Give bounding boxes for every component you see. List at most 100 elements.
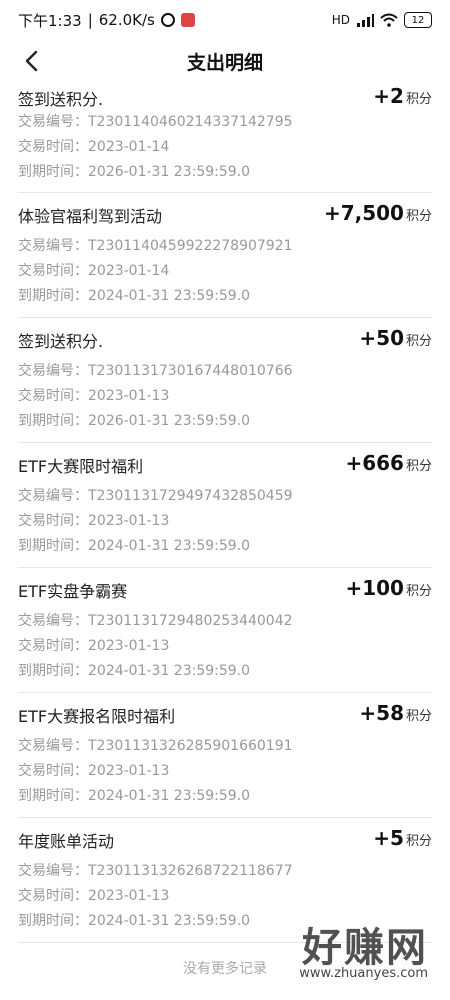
list-item[interactable]: ETF实盘争霸赛 +100 积分 交易编号：T230113172948025344… <box>18 568 432 693</box>
record-name: 签到送积分. <box>18 90 104 109</box>
record-amount: +5 积分 <box>373 826 432 850</box>
expire-time: 到期时间：2024-01-31 23:59:59.0 <box>18 535 250 555</box>
expire-time: 到期时间：2024-01-31 23:59:59.0 <box>18 285 250 305</box>
expire-time: 到期时间：2026-01-31 23:59:59.0 <box>18 410 250 430</box>
page-title: 支出明细 <box>186 51 263 74</box>
amount-value: +7,500 <box>323 201 404 225</box>
signal-icon <box>357 14 374 27</box>
amount-value: +50 <box>359 326 404 350</box>
expire-value: 2024-01-31 23:59:59.0 <box>88 788 251 804</box>
expire-label: 到期时间： <box>18 913 88 929</box>
transaction-id: 交易编号：T2301131730167448010766 <box>18 360 293 380</box>
id-value: T2301131730167448010766 <box>88 363 293 379</box>
hd-label: HD <box>331 13 350 27</box>
transaction-date: 交易时间：2023-01-13 <box>18 510 169 530</box>
id-value: T2301131326285901660191 <box>88 738 293 754</box>
battery-icon: 12 <box>404 12 432 28</box>
date-label: 交易时间： <box>18 638 88 654</box>
status-bar: 下午1:33 | 62.0K/s HD 12 <box>0 0 450 40</box>
date-label: 交易时间： <box>18 513 88 529</box>
record-amount: +58 积分 <box>359 701 432 725</box>
transaction-id: 交易编号：T2301131326285901660191 <box>18 735 293 755</box>
list-item[interactable]: 签到送积分. +50 积分 交易编号：T230113173016744801076… <box>18 318 432 443</box>
expire-time: 到期时间：2024-01-31 23:59:59.0 <box>18 660 250 680</box>
amount-value: +100 <box>345 576 404 600</box>
date-value: 2023-01-14 <box>88 139 170 155</box>
transaction-date: 交易时间：2023-01-13 <box>18 885 169 905</box>
transaction-id: 交易编号：T2301131729497432850459 <box>18 485 293 505</box>
transaction-id: 交易编号：T2301131729480253440042 <box>18 610 293 630</box>
transaction-id: 交易编号：T2301140459922278907921 <box>18 235 293 255</box>
amount-unit: 积分 <box>405 459 432 474</box>
date-value: 2023-01-13 <box>88 638 170 654</box>
expire-label: 到期时间： <box>18 788 88 804</box>
record-amount: +50 积分 <box>359 326 432 350</box>
record-amount: +100 积分 <box>345 576 432 600</box>
amount-unit: 积分 <box>405 334 432 349</box>
expire-label: 到期时间： <box>18 164 88 180</box>
expire-value: 2024-01-31 23:59:59.0 <box>88 663 251 679</box>
record-name: 年度账单活动 <box>18 832 115 851</box>
date-value: 2023-01-13 <box>88 513 170 529</box>
expire-time: 到期时间：2024-01-31 23:59:59.0 <box>18 785 250 805</box>
app-notification-icon <box>180 13 195 27</box>
back-button[interactable] <box>16 46 46 76</box>
record-amount: +7,500 积分 <box>324 201 432 225</box>
expire-value: 2024-01-31 23:59:59.0 <box>88 538 251 554</box>
list-item[interactable]: ETF大赛限时福利 +666 积分 交易编号：T23011317294974328… <box>18 443 432 568</box>
watermark-logo: 好赚网 <box>302 925 428 971</box>
expire-time: 到期时间：2024-01-31 23:59:59.0 <box>18 910 250 930</box>
date-value: 2023-01-13 <box>88 888 170 904</box>
expire-value: 2026-01-31 23:59:59.0 <box>88 413 251 429</box>
status-time: 下午1:33 <box>18 11 82 30</box>
id-value: T2301131729497432850459 <box>88 488 293 504</box>
expire-label: 到期时间： <box>18 663 88 679</box>
id-label: 交易编号： <box>18 363 88 379</box>
id-label: 交易编号： <box>18 238 88 254</box>
header-bar: 支出明细 <box>0 40 450 82</box>
expire-value: 2024-01-31 23:59:59.0 <box>88 288 251 304</box>
transaction-id: 交易编号：T2301140460214337142795 <box>18 111 293 131</box>
record-name: 签到送积分. <box>18 332 104 351</box>
date-value: 2023-01-14 <box>88 263 170 279</box>
transaction-date: 交易时间：2023-01-13 <box>18 385 169 405</box>
date-label: 交易时间： <box>18 388 88 404</box>
status-left: 下午1:33 | 62.0K/s <box>18 10 195 31</box>
amount-unit: 积分 <box>405 584 432 599</box>
expire-value: 2024-01-31 23:59:59.0 <box>88 913 251 929</box>
network-speed: 62.0K/s <box>98 11 155 29</box>
amount-value: +2 <box>373 84 404 108</box>
record-name: ETF大赛限时福利 <box>18 457 144 476</box>
expire-label: 到期时间： <box>18 288 88 304</box>
record-list: 签到送积分. +2 积分 交易编号：T2301140460214337142795… <box>0 82 450 943</box>
expire-time: 到期时间：2026-01-31 23:59:59.0 <box>18 161 250 181</box>
amount-value: +666 <box>345 451 404 475</box>
record-name: ETF实盘争霸赛 <box>18 582 128 601</box>
transaction-date: 交易时间：2023-01-13 <box>18 760 169 780</box>
expire-label: 到期时间： <box>18 538 88 554</box>
id-label: 交易编号： <box>18 613 88 629</box>
record-name: 体验官福利驾到活动 <box>18 207 163 226</box>
date-label: 交易时间： <box>18 763 88 779</box>
alarm-icon <box>160 13 175 27</box>
amount-unit: 积分 <box>405 209 432 224</box>
transaction-date: 交易时间：2023-01-14 <box>18 136 169 156</box>
date-label: 交易时间： <box>18 888 88 904</box>
id-value: T2301131729480253440042 <box>88 613 293 629</box>
amount-value: +58 <box>359 701 404 725</box>
date-label: 交易时间： <box>18 263 88 279</box>
id-value: T2301131326268722118677 <box>88 863 293 879</box>
amount-unit: 积分 <box>405 92 432 107</box>
date-value: 2023-01-13 <box>88 763 170 779</box>
transaction-date: 交易时间：2023-01-13 <box>18 635 169 655</box>
id-label: 交易编号： <box>18 114 88 130</box>
record-amount: +2 积分 <box>373 84 432 108</box>
list-item[interactable]: ETF大赛报名限时福利 +58 积分 交易编号：T2301131326285901… <box>18 693 432 818</box>
amount-unit: 积分 <box>405 834 432 849</box>
amount-unit: 积分 <box>405 709 432 724</box>
list-item[interactable]: 签到送积分. +2 积分 交易编号：T2301140460214337142795… <box>18 82 432 193</box>
list-item[interactable]: 体验官福利驾到活动 +7,500 积分 交易编号：T230114045992227… <box>18 193 432 318</box>
record-amount: +666 积分 <box>345 451 432 475</box>
record-name: ETF大赛报名限时福利 <box>18 707 176 726</box>
transaction-date: 交易时间：2023-01-14 <box>18 260 169 280</box>
